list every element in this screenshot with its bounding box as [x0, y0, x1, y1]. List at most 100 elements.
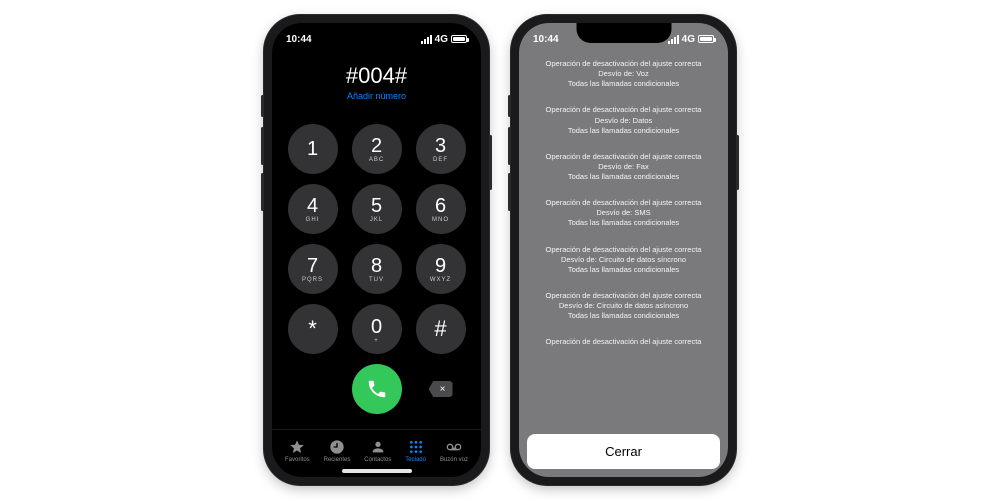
- tab-label: Recientes: [324, 457, 351, 463]
- close-label: Cerrar: [605, 444, 642, 459]
- key-letters: WXYZ: [430, 277, 451, 283]
- result-line: Todas las llamadas condicionales: [527, 172, 720, 182]
- key-digit: 7: [307, 256, 318, 276]
- key-digit: 8: [371, 256, 382, 276]
- key-1[interactable]: 1: [288, 124, 338, 174]
- phone-right: 10:44 4G Operación de desactivación del …: [511, 15, 736, 485]
- result-line: Operación de desactivación del ajuste co…: [527, 245, 720, 255]
- key-digit: 9: [435, 256, 446, 276]
- result-line: Desvío de: Circuito de datos síncrono: [527, 255, 720, 265]
- result-line: Todas las llamadas condicionales: [527, 79, 720, 89]
- result-line: Operación de desactivación del ajuste co…: [527, 59, 720, 69]
- key-4[interactable]: 4GHI: [288, 184, 338, 234]
- result-line: Todas las llamadas condicionales: [527, 126, 720, 136]
- result-block: Operación de desactivación del ajuste co…: [527, 59, 720, 89]
- key-2[interactable]: 2ABC: [352, 124, 402, 174]
- person-icon: [370, 439, 386, 455]
- result-line: Operación de desactivación del ajuste co…: [527, 105, 720, 115]
- result-line: Operación de desactivación del ajuste co…: [527, 198, 720, 208]
- key-letters: JKL: [370, 217, 383, 223]
- result-line: Desvío de: Voz: [527, 69, 720, 79]
- call-button[interactable]: [352, 364, 402, 414]
- key-6[interactable]: 6MNO: [416, 184, 466, 234]
- phone-icon: [366, 378, 388, 400]
- key-letters: PQRS: [302, 277, 323, 283]
- key-letters: MNO: [432, 217, 449, 223]
- home-indicator: [342, 469, 412, 473]
- clock-icon: [329, 439, 345, 455]
- delete-glyph: ×: [440, 384, 446, 395]
- key-0[interactable]: 0+: [352, 304, 402, 354]
- status-icons: 4G: [668, 34, 714, 45]
- tab-label: Buzón voz: [440, 457, 468, 463]
- key-digit: 2: [371, 136, 382, 156]
- power-button: [736, 135, 739, 190]
- dialed-number: #004#: [272, 63, 481, 89]
- mute-switch: [261, 95, 264, 117]
- battery-icon: [698, 35, 714, 43]
- result-line: Desvío de: Circuito de datos asíncrono: [527, 301, 720, 311]
- notch: [329, 23, 424, 43]
- tab-favorites[interactable]: Favoritos: [285, 439, 310, 463]
- volume-up-button: [508, 127, 511, 165]
- tab-label: Contactos: [364, 457, 391, 463]
- result-line: Operación de desactivación del ajuste co…: [527, 291, 720, 301]
- key-digit: #: [434, 318, 446, 340]
- key-3[interactable]: 3DEF: [416, 124, 466, 174]
- tab-keypad[interactable]: Teclado: [405, 439, 426, 463]
- result-line: Todas las llamadas condicionales: [527, 218, 720, 228]
- tab-label: Teclado: [405, 457, 426, 463]
- keypad: 1 2ABC 3DEF 4GHI 5JKL 6MNO 7PQRS 8TUV 9W…: [272, 105, 481, 429]
- ussd-result-screen: 10:44 4G Operación de desactivación del …: [519, 23, 728, 477]
- result-line: Todas las llamadas condicionales: [527, 265, 720, 275]
- result-block: Operación de desactivación del ajuste co…: [527, 337, 720, 347]
- key-hash[interactable]: #: [416, 304, 466, 354]
- mute-switch: [508, 95, 511, 117]
- key-8[interactable]: 8TUV: [352, 244, 402, 294]
- close-button[interactable]: Cerrar: [527, 434, 720, 469]
- phone-left: 10:44 4G #004# Añadir número 1 2ABC 3DEF…: [264, 15, 489, 485]
- key-5[interactable]: 5JKL: [352, 184, 402, 234]
- network-label: 4G: [682, 34, 695, 45]
- network-label: 4G: [435, 34, 448, 45]
- add-number-link[interactable]: Añadir número: [272, 91, 481, 101]
- key-letters: DEF: [433, 157, 448, 163]
- keypad-spacer: [288, 364, 338, 414]
- voicemail-icon: [446, 439, 462, 455]
- volume-up-button: [261, 127, 264, 165]
- volume-down-button: [508, 173, 511, 211]
- backspace-icon: ×: [429, 381, 453, 397]
- key-letters: ABC: [369, 157, 384, 163]
- status-time: 10:44: [286, 34, 312, 45]
- key-letters: GHI: [306, 217, 320, 223]
- ussd-result-list: Operación de desactivación del ajuste co…: [519, 51, 728, 426]
- power-button: [489, 135, 492, 190]
- key-digit: 4: [307, 196, 318, 216]
- status-icons: 4G: [421, 34, 467, 45]
- tab-contacts[interactable]: Contactos: [364, 439, 391, 463]
- key-letters: TUV: [369, 277, 384, 283]
- result-line: Desvío de: Datos: [527, 116, 720, 126]
- key-7[interactable]: 7PQRS: [288, 244, 338, 294]
- key-9[interactable]: 9WXYZ: [416, 244, 466, 294]
- key-digit: 6: [435, 196, 446, 216]
- result-block: Operación de desactivación del ajuste co…: [527, 245, 720, 275]
- status-time: 10:44: [533, 34, 559, 45]
- key-digit: *: [308, 318, 317, 340]
- keypad-icon: [408, 439, 424, 455]
- delete-button[interactable]: ×: [416, 364, 466, 414]
- key-digit: 0: [371, 317, 382, 337]
- notch: [576, 23, 671, 43]
- result-block: Operación de desactivación del ajuste co…: [527, 198, 720, 228]
- result-line: Operación de desactivación del ajuste co…: [527, 152, 720, 162]
- battery-icon: [451, 35, 467, 43]
- tab-voicemail[interactable]: Buzón voz: [440, 439, 468, 463]
- key-letters: +: [374, 338, 379, 344]
- key-digit: 1: [307, 139, 318, 159]
- key-star[interactable]: *: [288, 304, 338, 354]
- key-digit: 5: [371, 196, 382, 216]
- result-line: Desvío de: Fax: [527, 162, 720, 172]
- result-line: Desvío de: SMS: [527, 208, 720, 218]
- star-icon: [289, 439, 305, 455]
- tab-recents[interactable]: Recientes: [324, 439, 351, 463]
